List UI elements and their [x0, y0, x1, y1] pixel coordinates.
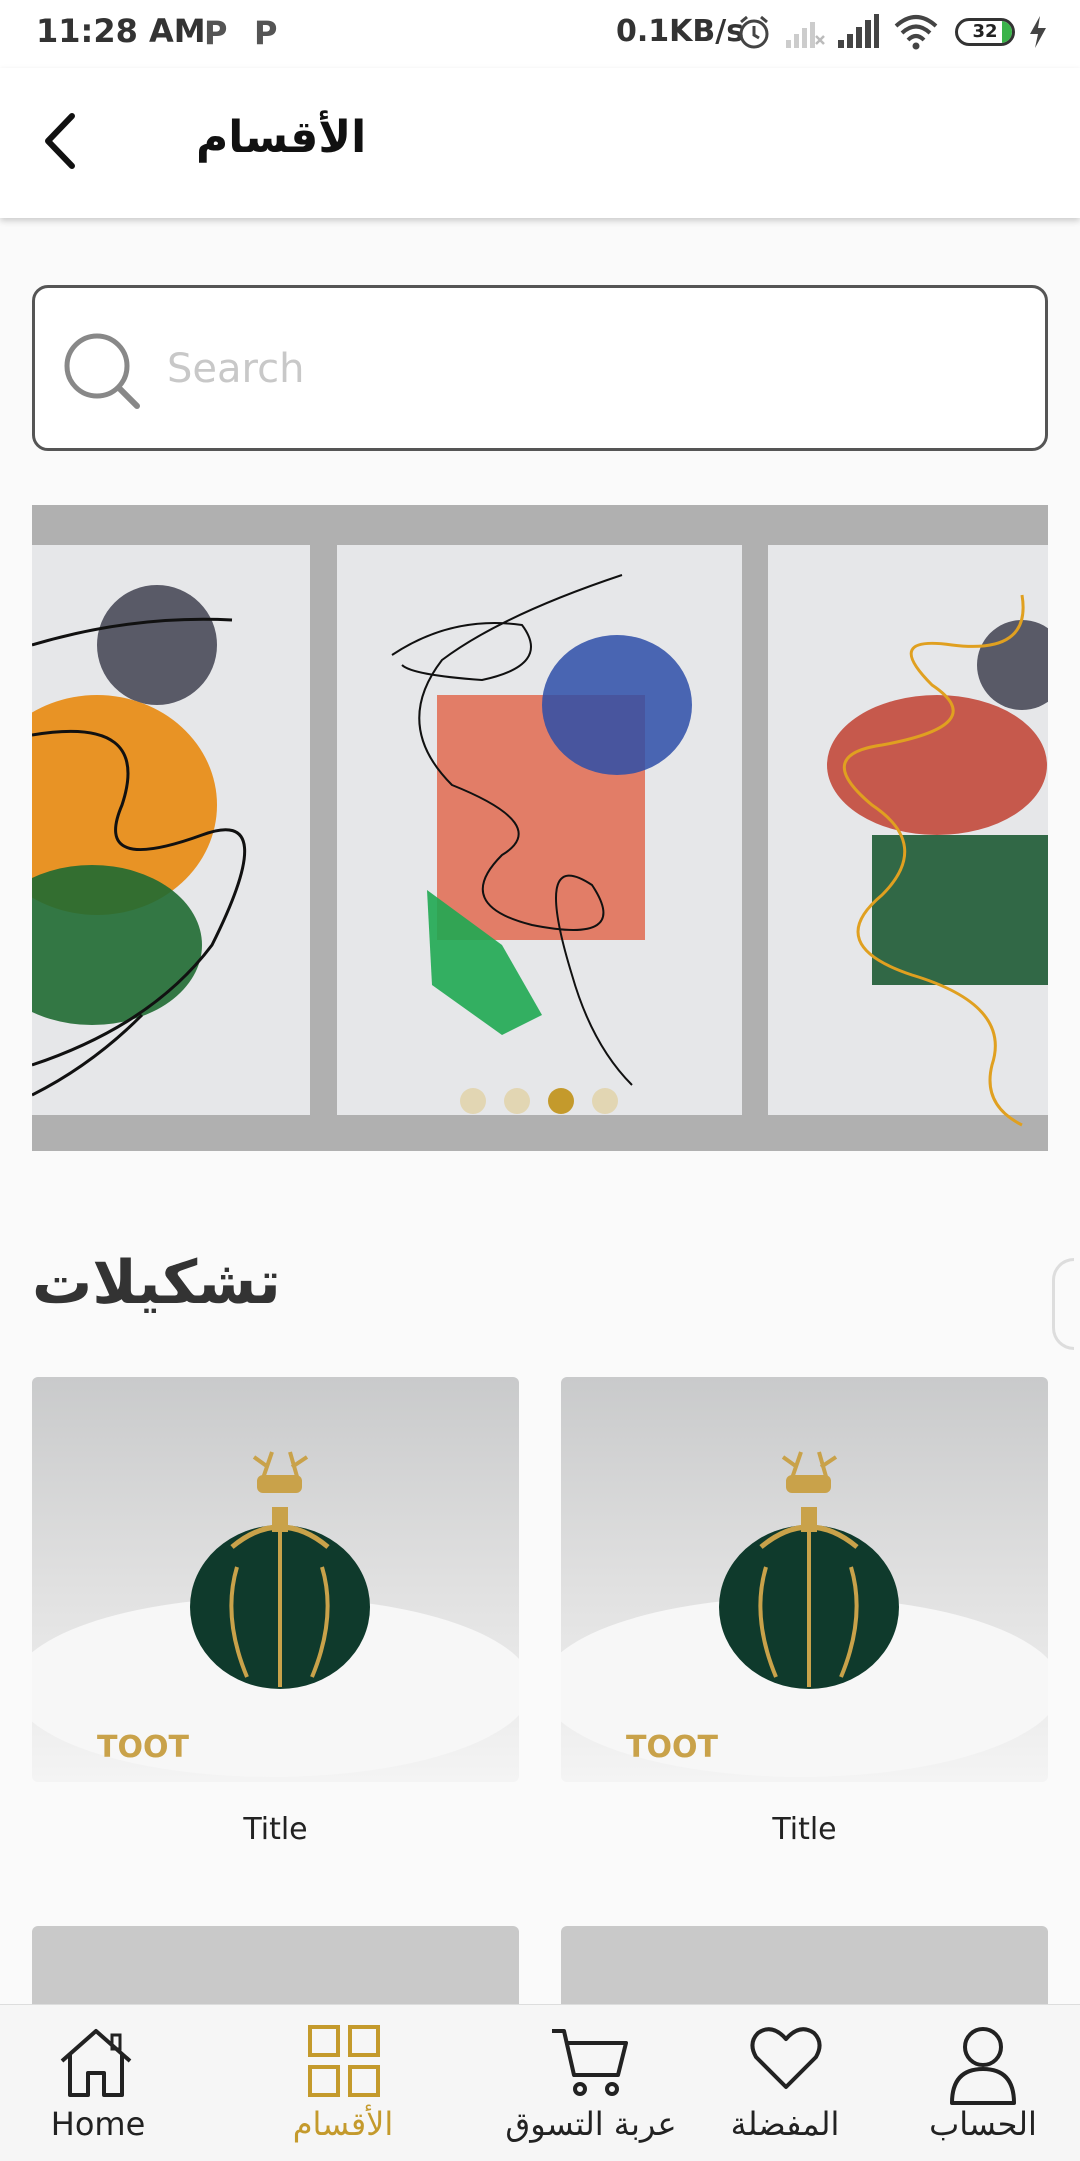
app-bar: الأقسام: [0, 68, 1080, 218]
page-title: الأقسام: [196, 112, 367, 163]
nav-label: الحساب: [929, 2105, 1037, 2143]
chevron-left-icon: [45, 113, 75, 169]
product-title: Title: [243, 1812, 308, 1847]
nav-favorites[interactable]: المفضلة: [720, 2005, 850, 2161]
nav-cart[interactable]: عربة التسوق: [496, 2005, 686, 2161]
nav-categories[interactable]: الأقسام: [268, 2005, 418, 2161]
banner-artwork: [32, 505, 1048, 1151]
home-icon: [60, 2029, 132, 2097]
search-icon: [64, 333, 140, 409]
bottom-navigation: Home الأقسام عربة التسوق المفضلة الحساب: [0, 2004, 1080, 2161]
section-title: تشكيلات: [32, 1248, 281, 1318]
product-card[interactable]: TOOT Title: [32, 1377, 519, 1847]
user-icon: [950, 2027, 1016, 2105]
carousel-dot-1[interactable]: [460, 1088, 486, 1114]
search-box[interactable]: [32, 285, 1048, 451]
carousel-dot-4[interactable]: [592, 1088, 618, 1114]
svg-text:TOOT: TOOT: [626, 1730, 718, 1765]
edge-drawer-handle[interactable]: [1052, 1258, 1074, 1350]
product-card-partial[interactable]: [32, 1926, 519, 2016]
svg-text:TOOT: TOOT: [97, 1730, 189, 1765]
nav-account[interactable]: الحساب: [918, 2005, 1048, 2161]
nav-label: المفضلة: [730, 2105, 840, 2143]
status-time: 11:28 AM: [36, 12, 206, 50]
product-card-partial[interactable]: [561, 1926, 1048, 2016]
cart-icon: [552, 2029, 628, 2096]
status-bar: 11:28 AM P P 0.1KB/s 32: [0, 0, 1080, 68]
signal-off-icon: [786, 22, 825, 48]
alarm-icon: [739, 15, 769, 49]
parking-app-icon-2: P: [254, 14, 278, 52]
nav-label: الأقسام: [292, 2105, 394, 2143]
search-input[interactable]: [165, 328, 1009, 410]
banner-carousel[interactable]: [32, 505, 1048, 1151]
back-button[interactable]: [30, 106, 100, 176]
carousel-dot-3-active[interactable]: [548, 1088, 574, 1114]
product-title: Title: [772, 1812, 837, 1847]
parking-app-icon: P: [204, 14, 228, 52]
product-image: TOOT: [561, 1377, 1048, 1782]
wifi-icon: [894, 15, 938, 50]
carousel-dot-2[interactable]: [504, 1088, 530, 1114]
heart-icon: [750, 2027, 822, 2089]
nav-label: Home: [50, 2105, 146, 2143]
network-speed: 0.1KB/s: [616, 14, 745, 49]
nav-home[interactable]: Home: [28, 2005, 168, 2161]
battery-level: 32: [972, 21, 998, 42]
product-image: TOOT: [32, 1377, 519, 1782]
battery-icon: 32: [955, 18, 1015, 46]
product-card[interactable]: TOOT Title: [561, 1377, 1048, 1847]
charging-icon: [1030, 16, 1046, 48]
grid-icon: [308, 2025, 380, 2097]
nav-label: عربة التسوق: [505, 2105, 677, 2143]
signal-icon: [838, 14, 879, 48]
